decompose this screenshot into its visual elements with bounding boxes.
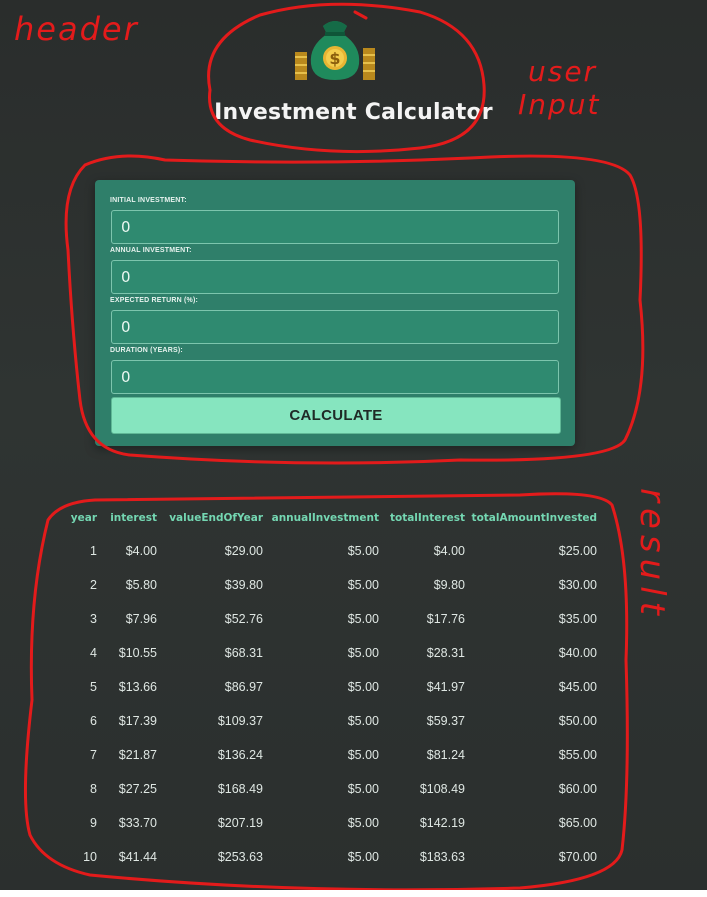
cell-total-interest: $41.97	[426, 680, 465, 694]
cell-annual-investment: $5.00	[347, 680, 379, 694]
cell-year: 9	[90, 816, 97, 830]
investment-input-form: INITIAL INVESTMENT: 0 ANNUAL INVESTMENT:…	[95, 180, 575, 446]
cell-total-interest: $59.37	[426, 714, 465, 728]
cell-interest: $5.80	[125, 578, 157, 592]
cell-interest: $7.96	[125, 612, 157, 626]
cell-total-interest: $17.76	[426, 612, 465, 626]
cell-value-end-of-year: $109.37	[217, 714, 263, 728]
cell-year: 4	[90, 646, 97, 660]
cell-year: 2	[90, 578, 97, 592]
cell-annual-investment: $5.00	[347, 612, 379, 626]
annual-investment-label: ANNUAL INVESTMENT:	[110, 247, 192, 254]
cell-total-interest: $9.80	[433, 578, 465, 592]
cell-total-amount-invested: $70.00	[558, 850, 597, 864]
table-row: 5 $13.66 $86.97 $5.00 $41.97 $45.00	[65, 680, 605, 714]
cell-value-end-of-year: $29.00	[224, 544, 263, 558]
cell-total-interest: $28.31	[426, 646, 465, 660]
cell-annual-investment: $5.00	[347, 544, 379, 558]
expected-return-input[interactable]: 0	[111, 310, 559, 344]
cell-value-end-of-year: $52.76	[224, 612, 263, 626]
column-header-value-end-of-year: valueEndOfYear	[169, 512, 263, 524]
page-title: Investment Calculator	[214, 100, 493, 125]
cell-total-amount-invested: $65.00	[558, 816, 597, 830]
cell-total-amount-invested: $50.00	[558, 714, 597, 728]
table-row: 10 $41.44 $253.63 $5.00 $183.63 $70.00	[65, 850, 605, 884]
table-row: 3 $7.96 $52.76 $5.00 $17.76 $35.00	[65, 612, 605, 646]
table-row: 9 $33.70 $207.19 $5.00 $142.19 $65.00	[65, 816, 605, 850]
cell-year: 10	[83, 850, 97, 864]
cell-value-end-of-year: $39.80	[224, 578, 263, 592]
cell-value-end-of-year: $207.19	[217, 816, 263, 830]
cell-annual-investment: $5.00	[347, 748, 379, 762]
cell-total-amount-invested: $25.00	[558, 544, 597, 558]
cell-total-interest: $108.49	[419, 782, 465, 796]
header-annotation: header	[14, 10, 139, 48]
column-header-annual-investment: annualInvestment	[271, 512, 379, 524]
calculate-button[interactable]: CALCULATE	[111, 397, 561, 434]
cell-interest: $10.55	[118, 646, 157, 660]
cell-year: 1	[90, 544, 97, 558]
result-annotation: result	[632, 488, 672, 621]
cell-total-amount-invested: $60.00	[558, 782, 597, 796]
cell-total-interest: $4.00	[433, 544, 465, 558]
cell-year: 6	[90, 714, 97, 728]
user-input-annotation-1: user	[528, 55, 598, 88]
cell-interest: $33.70	[118, 816, 157, 830]
results-table: year interest valueEndOfYear annualInves…	[65, 512, 605, 884]
initial-investment-input[interactable]: 0	[111, 210, 559, 244]
cell-year: 7	[90, 748, 97, 762]
cell-interest: $21.87	[118, 748, 157, 762]
cell-value-end-of-year: $68.31	[224, 646, 263, 660]
duration-label: DURATION (YEARS):	[110, 347, 183, 354]
cell-year: 3	[90, 612, 97, 626]
column-header-total-amount-invested: totalAmountInvested	[471, 512, 597, 524]
cell-interest: $27.25	[118, 782, 157, 796]
cell-value-end-of-year: $168.49	[217, 782, 263, 796]
expected-return-label: EXPECTED RETURN (%):	[110, 297, 199, 304]
table-row: 8 $27.25 $168.49 $5.00 $108.49 $60.00	[65, 782, 605, 816]
table-row: 4 $10.55 $68.31 $5.00 $28.31 $40.00	[65, 646, 605, 680]
cell-annual-investment: $5.00	[347, 646, 379, 660]
table-row: 7 $21.87 $136.24 $5.00 $81.24 $55.00	[65, 748, 605, 782]
money-bag-icon: $	[293, 12, 377, 82]
cell-interest: $13.66	[118, 680, 157, 694]
cell-total-amount-invested: $35.00	[558, 612, 597, 626]
user-input-annotation-2: Input	[518, 88, 601, 121]
cell-year: 8	[90, 782, 97, 796]
duration-input[interactable]: 0	[111, 360, 559, 394]
cell-year: 5	[90, 680, 97, 694]
table-row: 1 $4.00 $29.00 $5.00 $4.00 $25.00	[65, 544, 605, 578]
column-header-total-interest: totalInterest	[389, 512, 465, 524]
table-row: 6 $17.39 $109.37 $5.00 $59.37 $50.00	[65, 714, 605, 748]
cell-total-amount-invested: $55.00	[558, 748, 597, 762]
cell-total-amount-invested: $30.00	[558, 578, 597, 592]
cell-total-interest: $142.19	[419, 816, 465, 830]
page-bottom-edge	[0, 890, 707, 897]
cell-total-amount-invested: $45.00	[558, 680, 597, 694]
annual-investment-input[interactable]: 0	[111, 260, 559, 294]
cell-annual-investment: $5.00	[347, 782, 379, 796]
cell-total-interest: $81.24	[426, 748, 465, 762]
table-row: 2 $5.80 $39.80 $5.00 $9.80 $30.00	[65, 578, 605, 612]
cell-annual-investment: $5.00	[347, 816, 379, 830]
svg-text:$: $	[329, 49, 340, 68]
column-header-year: year	[70, 512, 97, 524]
initial-investment-label: INITIAL INVESTMENT:	[110, 197, 187, 204]
cell-annual-investment: $5.00	[347, 714, 379, 728]
cell-interest: $41.44	[118, 850, 157, 864]
cell-value-end-of-year: $136.24	[217, 748, 263, 762]
table-header-row: year interest valueEndOfYear annualInves…	[65, 512, 605, 529]
cell-value-end-of-year: $86.97	[224, 680, 263, 694]
cell-total-interest: $183.63	[419, 850, 465, 864]
cell-annual-investment: $5.00	[347, 578, 379, 592]
column-header-interest: interest	[110, 512, 157, 524]
cell-value-end-of-year: $253.63	[217, 850, 263, 864]
cell-interest: $4.00	[125, 544, 157, 558]
cell-total-amount-invested: $40.00	[558, 646, 597, 660]
cell-interest: $17.39	[118, 714, 157, 728]
cell-annual-investment: $5.00	[347, 850, 379, 864]
